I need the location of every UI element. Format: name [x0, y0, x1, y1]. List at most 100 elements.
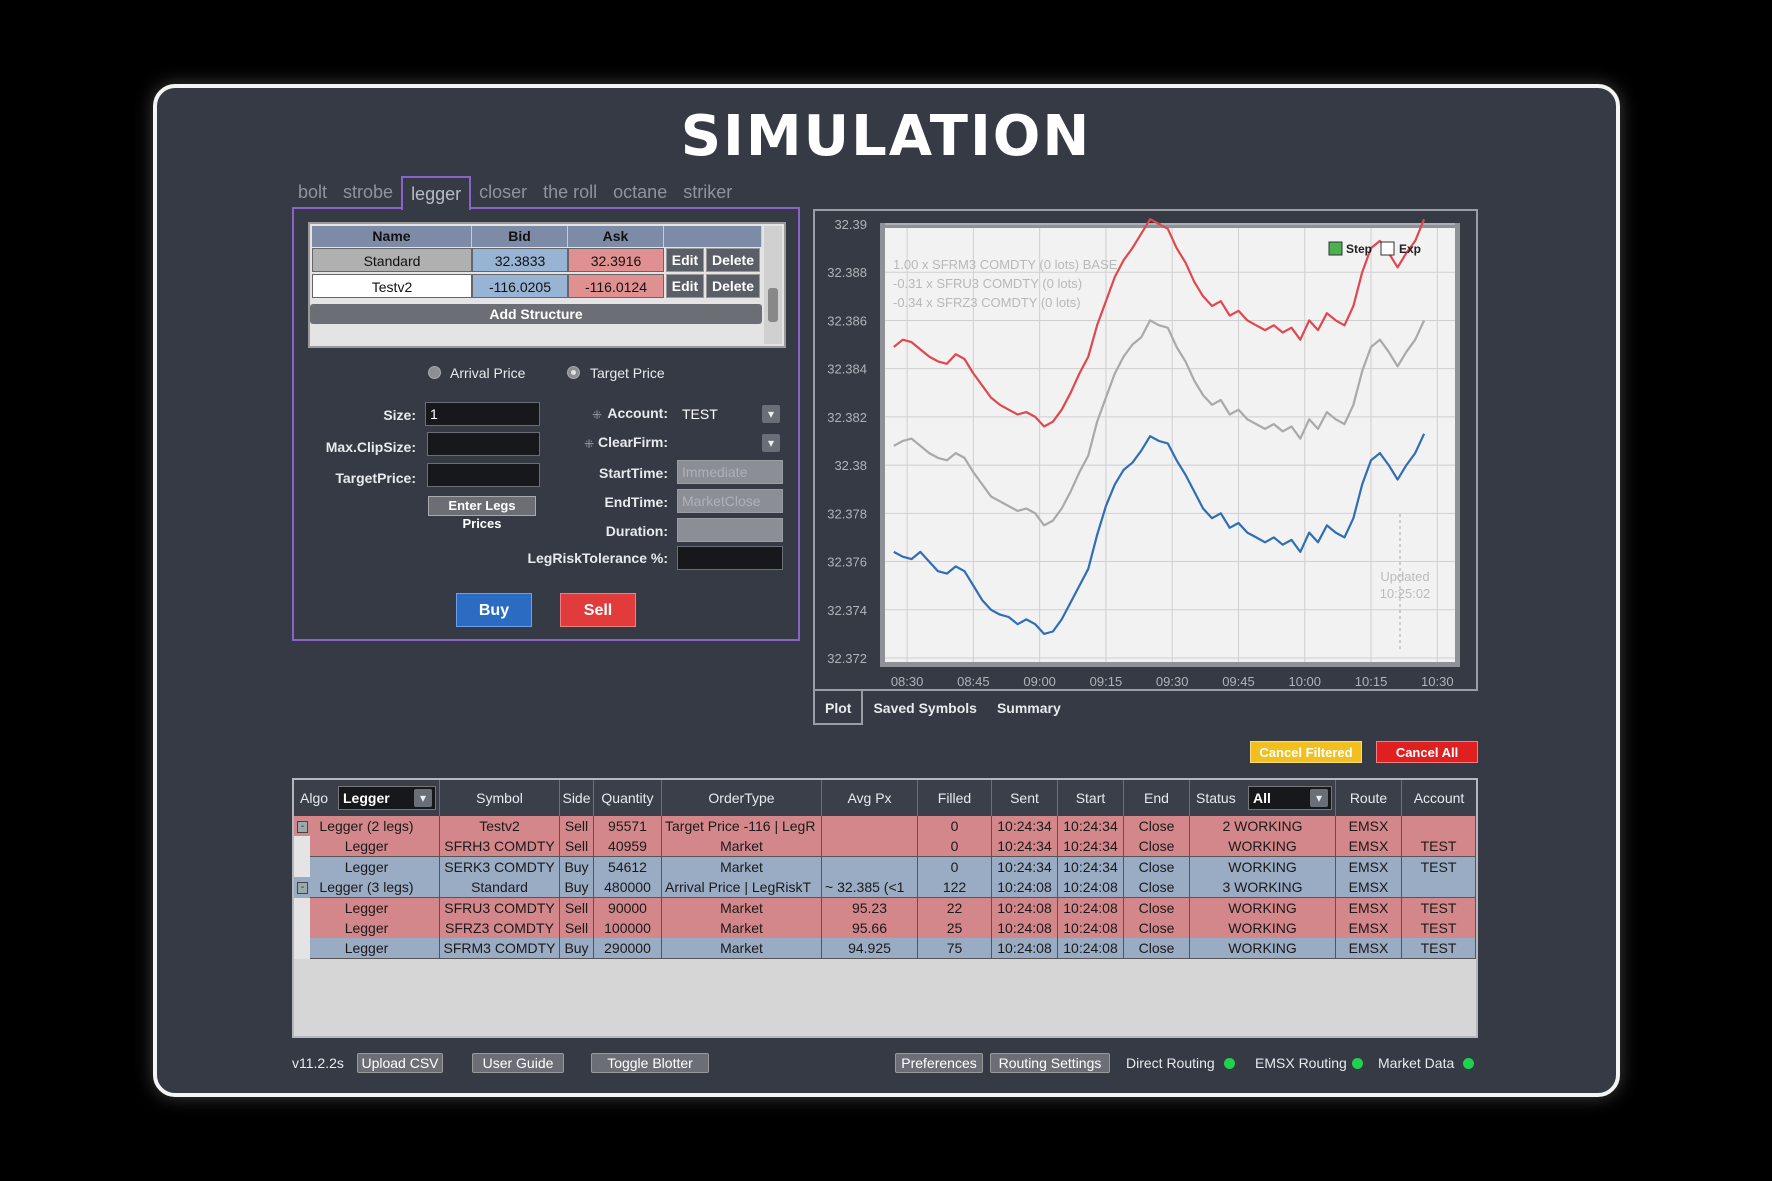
exp-toggle[interactable]: Exp: [1380, 241, 1421, 256]
collapse-icon[interactable]: -: [297, 821, 308, 833]
sell-button[interactable]: Sell: [560, 593, 636, 627]
buy-button[interactable]: Buy: [456, 593, 532, 627]
route-cell: EMSX: [1336, 816, 1402, 837]
symbol-cell: Standard: [440, 877, 560, 899]
table-row[interactable]: Legger (2 legs) Testv2 Sell 95571 Target Pri…: [294, 816, 1476, 837]
start-cell: 10:24:08: [1058, 897, 1124, 919]
tab-octane[interactable]: octane: [605, 176, 675, 208]
quantity-cell: 40959: [594, 836, 662, 858]
price-chart[interactable]: 32.39 32.388 32.386 32.384 32.382 32.38 32.378…: [815, 211, 1476, 689]
target-price-input[interactable]: [427, 463, 540, 487]
side-cell: Sell: [560, 816, 594, 837]
table-row[interactable]: Legger SFRH3 COMDTY Sell 40959 Market 0 10:24:…: [294, 836, 1476, 858]
enter-legs-prices-button[interactable]: Enter Legs Prices: [428, 496, 536, 531]
routing-settings-button[interactable]: Routing Settings: [990, 1053, 1110, 1073]
start-time-label: StartTime:: [599, 465, 668, 481]
avg-px-cell: [822, 816, 918, 837]
symbol-cell: SFRZ3 COMDTY: [440, 918, 560, 939]
upload-csv-button[interactable]: Upload CSV: [357, 1053, 443, 1073]
column-header-ordertype: OrderType: [662, 780, 822, 816]
chevron-down-icon[interactable]: ▾: [762, 405, 780, 423]
tab-saved-symbols[interactable]: Saved Symbols: [863, 691, 987, 725]
y-tick-label: 32.382: [827, 410, 867, 425]
target-price-label: Target Price: [590, 365, 665, 381]
version-label: v11.2.2s: [292, 1055, 344, 1071]
size-input[interactable]: 1: [425, 402, 540, 426]
edit-button[interactable]: Edit: [666, 274, 704, 298]
arrival-price-radio[interactable]: [428, 366, 441, 379]
cancel-filtered-button[interactable]: Cancel Filtered: [1250, 741, 1362, 763]
algo-cell: Legger: [294, 938, 440, 960]
tab-bolt[interactable]: bolt: [290, 176, 335, 208]
collapse-icon[interactable]: -: [297, 882, 308, 895]
step-toggle[interactable]: Step: [1328, 241, 1372, 256]
tab-striker[interactable]: striker: [675, 176, 740, 208]
scrollbar-thumb[interactable]: [768, 288, 778, 322]
delete-button[interactable]: Delete: [706, 274, 760, 298]
chevron-down-icon[interactable]: ▾: [414, 789, 432, 807]
algo-cell: Legger: [294, 918, 440, 939]
end-time-input[interactable]: MarketClose: [677, 489, 783, 513]
preferences-button[interactable]: Preferences: [895, 1053, 983, 1073]
x-tick-label: 08:45: [957, 674, 990, 689]
avg-px-cell: [822, 836, 918, 858]
table-row[interactable]: Legger (3 legs) Standard Buy 480000 Arrival …: [294, 877, 1476, 899]
filled-cell: 0: [918, 836, 992, 858]
x-tick-label: 09:15: [1090, 674, 1123, 689]
algo-cell: Legger: [294, 856, 440, 878]
toggle-blotter-button[interactable]: Toggle Blotter: [591, 1053, 709, 1073]
structure-name[interactable]: Testv2: [312, 274, 472, 298]
chevron-down-icon[interactable]: ▾: [762, 434, 780, 452]
end-cell: Close: [1124, 856, 1190, 878]
table-row[interactable]: Legger SFRU3 COMDTY Sell 90000 Market 95.23 22…: [294, 897, 1476, 919]
tab-legger[interactable]: legger: [401, 176, 472, 210]
avg-px-cell: 95.23: [822, 897, 918, 919]
start-time-input[interactable]: Immediate: [677, 460, 783, 484]
page-title: SIMULATION: [680, 104, 1092, 169]
leg-risk-tolerance-input[interactable]: [677, 546, 783, 570]
y-tick-label: 32.39: [834, 217, 867, 232]
max-clip-size-input[interactable]: [427, 432, 540, 456]
filled-cell: 25: [918, 918, 992, 939]
filled-cell: 22: [918, 897, 992, 919]
route-cell: EMSX: [1336, 918, 1402, 939]
exp-checkbox[interactable]: [1380, 241, 1395, 256]
avg-px-cell: 95.66: [822, 918, 918, 939]
table-row[interactable]: Legger SERK3 COMDTY Buy 54612 Market 0 10:24:3…: [294, 856, 1476, 878]
structure-name[interactable]: Standard: [312, 248, 472, 272]
chevron-down-icon[interactable]: ▾: [1310, 789, 1328, 807]
tab-summary[interactable]: Summary: [987, 691, 1071, 725]
delete-button[interactable]: Delete: [706, 248, 760, 272]
symbol-cell: SFRH3 COMDTY: [440, 836, 560, 858]
status-cell: WORKING: [1190, 836, 1336, 858]
step-checkbox[interactable]: [1328, 241, 1343, 256]
row-gutter: [294, 836, 310, 858]
route-cell: EMSX: [1336, 938, 1402, 960]
emsx-routing-status-icon: [1352, 1058, 1363, 1069]
tab-strobe[interactable]: strobe: [335, 176, 401, 208]
target-price-radio[interactable]: [567, 366, 580, 379]
edit-button[interactable]: Edit: [666, 248, 704, 272]
table-row[interactable]: Legger SFRM3 COMDTY Buy 290000 Market 94.925 7…: [294, 938, 1476, 960]
structure-leg-label: -0.31 x SFRU3 COMDTY (0 lots): [893, 276, 1082, 291]
cancel-all-button[interactable]: Cancel All: [1376, 741, 1478, 763]
add-structure-button[interactable]: Add Structure: [310, 304, 762, 324]
column-header-end: End: [1124, 780, 1190, 816]
algo-tabs: bolt strobe legger closer the roll octan…: [290, 176, 740, 210]
structure-leg-label: -0.34 x SFRZ3 COMDTY (0 lots): [893, 295, 1081, 310]
y-tick-label: 32.38: [834, 458, 867, 473]
structures-scrollbar[interactable]: [764, 226, 782, 344]
side-cell: Buy: [560, 856, 594, 878]
tab-closer[interactable]: closer: [471, 176, 535, 208]
user-guide-button[interactable]: User Guide: [472, 1053, 564, 1073]
duration-input[interactable]: [677, 518, 783, 542]
ordertype-cell: Market: [662, 938, 822, 960]
status-cell: WORKING: [1190, 856, 1336, 878]
side-cell: Buy: [560, 877, 594, 899]
table-row[interactable]: Legger SFRZ3 COMDTY Sell 100000 Market 95.66 2…: [294, 918, 1476, 939]
arrival-price-label: Arrival Price: [450, 365, 526, 381]
tab-the-roll[interactable]: the roll: [535, 176, 605, 208]
y-tick-label: 32.372: [827, 651, 867, 666]
ordertype-cell: Target Price -116 | LegR: [662, 816, 822, 837]
tab-plot[interactable]: Plot: [813, 691, 864, 725]
